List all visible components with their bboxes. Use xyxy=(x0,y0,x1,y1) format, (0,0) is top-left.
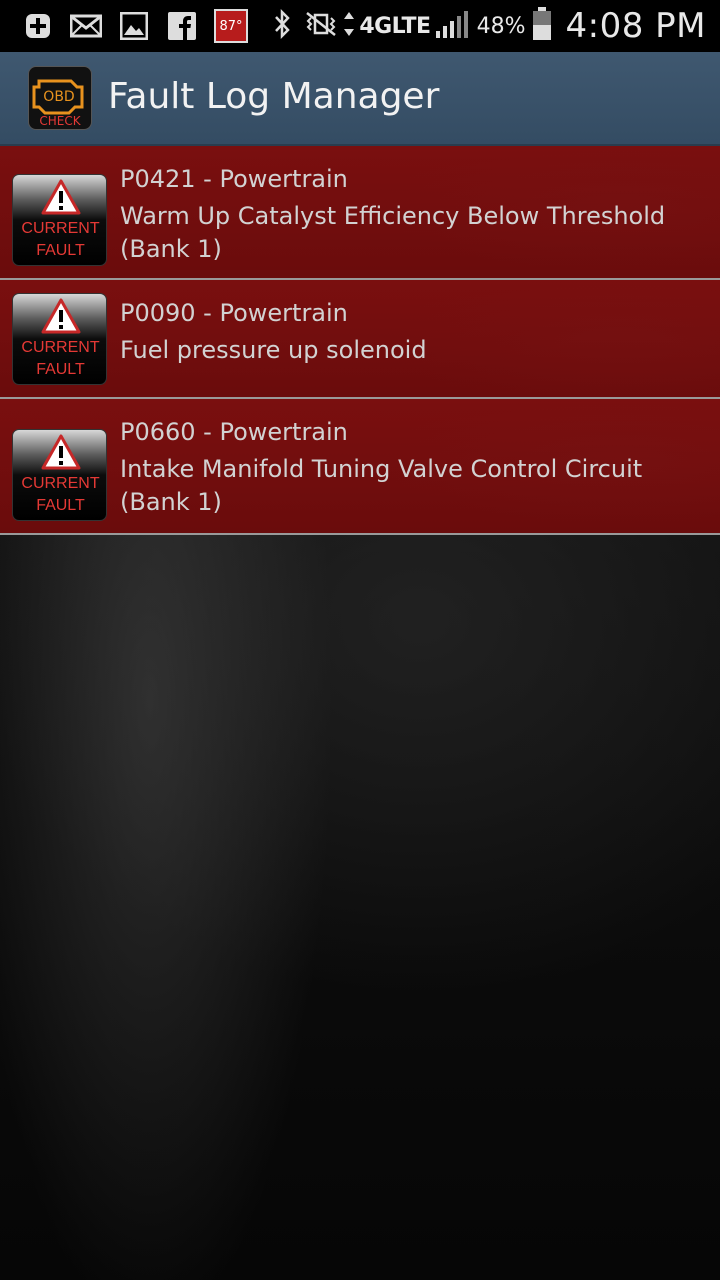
badge-line1: CURRENT xyxy=(21,475,100,492)
add-icon xyxy=(22,10,54,42)
vibrate-mute-icon xyxy=(303,10,339,42)
fault-description: Warm Up Catalyst Efficiency Below Thresh… xyxy=(120,202,666,263)
svg-text:CHECK: CHECK xyxy=(39,114,81,128)
system-icons: 4GLTE 48% 4:08 PM xyxy=(271,0,706,52)
fault-list-item[interactable]: CURRENT FAULT P0660 - Powertrain Intake … xyxy=(0,399,720,535)
clock: 4:08 PM xyxy=(565,6,706,46)
fault-list-item[interactable]: CURRENT FAULT P0421 - Powertrain Warm Up… xyxy=(0,146,720,280)
current-fault-badge: CURRENT FAULT xyxy=(12,174,107,266)
fault-description: Fuel pressure up solenoid xyxy=(120,336,427,364)
svg-text:OBD: OBD xyxy=(43,89,74,105)
facebook-icon xyxy=(166,10,198,42)
bluetooth-icon xyxy=(271,8,293,43)
mail-icon xyxy=(70,10,102,42)
fault-text: P0660 - Powertrain Intake Manifold Tunin… xyxy=(120,417,712,519)
action-bar: OBD CHECK Fault Log Manager xyxy=(0,52,720,146)
badge-line1: CURRENT xyxy=(21,220,100,237)
fault-text: P0421 - Powertrain Warm Up Catalyst Effi… xyxy=(120,164,712,266)
current-fault-badge: CURRENT FAULT xyxy=(12,293,107,385)
temperature-badge: 87° xyxy=(214,9,248,43)
fault-list-item[interactable]: CURRENT FAULT P0090 - Powertrain Fuel pr… xyxy=(0,280,720,399)
badge-line2: FAULT xyxy=(36,242,85,259)
obd-check-icon[interactable]: OBD CHECK xyxy=(28,66,92,130)
fault-code: P0090 - Powertrain xyxy=(120,299,348,327)
notification-icons: 87° xyxy=(22,9,248,43)
warning-icon xyxy=(41,179,81,215)
warning-icon xyxy=(41,434,81,470)
data-arrows-icon xyxy=(343,11,355,41)
page-title: Fault Log Manager xyxy=(108,76,440,117)
fault-list: CURRENT FAULT P0421 - Powertrain Warm Up… xyxy=(0,146,720,535)
battery-percent: 48% xyxy=(476,13,526,39)
fault-code: P0421 - Powertrain xyxy=(120,165,348,193)
badge-line1: CURRENT xyxy=(21,339,100,356)
image-icon xyxy=(118,10,150,42)
badge-line2: FAULT xyxy=(36,361,85,378)
current-fault-badge: CURRENT FAULT xyxy=(12,429,107,521)
status-bar: 87° 4GLTE 48% 4:08 PM xyxy=(0,0,720,52)
fault-text: P0090 - Powertrain Fuel pressure up sole… xyxy=(120,298,712,367)
network-type: 4GLTE xyxy=(359,13,431,39)
fault-description: Intake Manifold Tuning Valve Control Cir… xyxy=(120,455,643,516)
signal-icon xyxy=(435,9,469,43)
warning-icon xyxy=(41,298,81,334)
battery-icon xyxy=(532,7,552,45)
badge-line2: FAULT xyxy=(36,497,85,514)
fault-code: P0660 - Powertrain xyxy=(120,418,348,446)
